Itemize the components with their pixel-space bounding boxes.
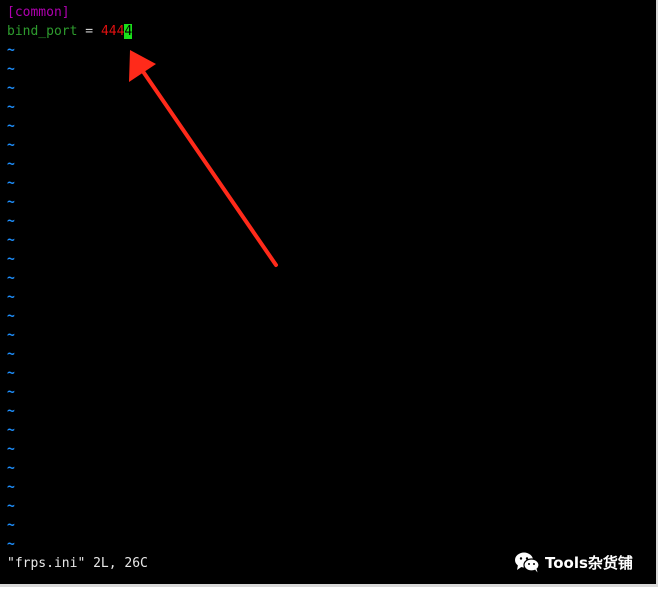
empty-line-marker: ~ <box>7 442 15 457</box>
empty-line-marker: ~ <box>7 271 15 286</box>
config-value: 444 <box>100 24 125 39</box>
watermark-text: Tools杂货铺 <box>545 553 633 572</box>
empty-line-marker: ~ <box>7 480 15 495</box>
vim-terminal[interactable]: [common] bind_port = 4444 ~ ~ ~ ~ ~ ~ ~ ~ ~ ~ ~ ~ ~ ~… <box>0 0 658 587</box>
empty-line-marker: ~ <box>7 81 15 96</box>
buffer-line-1: [common] <box>7 3 656 22</box>
empty-line-marker: ~ <box>7 499 15 514</box>
empty-line-marker: ~ <box>7 138 15 153</box>
config-key: bind_port <box>7 24 78 39</box>
empty-line-marker: ~ <box>7 309 15 324</box>
empty-line-marker: ~ <box>7 347 15 362</box>
empty-line-marker: ~ <box>7 518 15 533</box>
empty-line-marker: ~ <box>7 423 15 438</box>
empty-line-marker: ~ <box>7 214 15 229</box>
empty-line-marker: ~ <box>7 176 15 191</box>
empty-line-marker: ~ <box>7 385 15 400</box>
text-cursor: 4 <box>124 24 133 39</box>
empty-line-marker: ~ <box>7 119 15 134</box>
empty-line-marker: ~ <box>7 100 15 115</box>
buffer-line-2: bind_port = 4444 <box>7 22 656 41</box>
empty-line-marker: ~ <box>7 366 15 381</box>
empty-line-marker: ~ <box>7 290 15 305</box>
empty-line-marker: ~ <box>7 461 15 476</box>
empty-line-marker: ~ <box>7 62 15 77</box>
section-header: [common] <box>7 5 70 20</box>
empty-line-marker: ~ <box>7 233 15 248</box>
empty-line-marker: ~ <box>7 157 15 172</box>
wechat-icon <box>515 552 540 573</box>
empty-line-marker: ~ <box>7 252 15 267</box>
empty-line-marker: ~ <box>7 404 15 419</box>
empty-line-marker: ~ <box>7 195 15 210</box>
status-line: "frps.ini" 2L, 26C <box>7 556 148 571</box>
watermark: Tools杂货铺 <box>514 550 633 574</box>
equals-sign: = <box>77 24 101 39</box>
editor-buffer[interactable]: [common] bind_port = 4444 ~ ~ ~ ~ ~ ~ ~ ~ ~ ~ ~ ~ ~ ~… <box>7 3 656 554</box>
empty-line-marker: ~ <box>7 43 15 58</box>
empty-line-marker: ~ <box>7 328 15 343</box>
empty-line-markers: ~ ~ ~ ~ ~ ~ ~ ~ ~ ~ ~ ~ ~ ~ ~ ~ ~ ~ ~ ~ ~ ~ ~ ~ ~ ~ ~ <box>7 41 656 554</box>
